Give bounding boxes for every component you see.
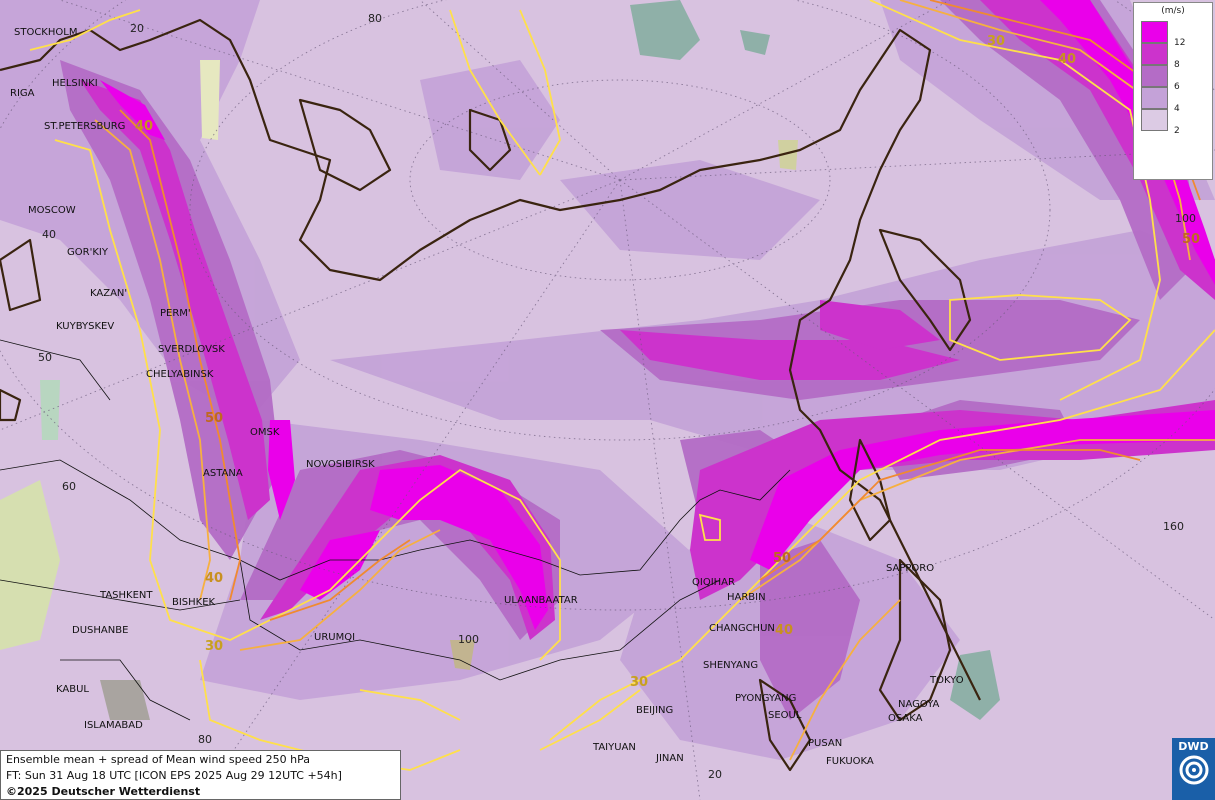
city-label-moscow: MOSCOW <box>28 205 76 216</box>
wind-speed-map: 40 50 40 30 30 40 50 30 50 40 20 80 40 5… <box>0 0 1215 800</box>
isotach-label: 50 <box>773 551 791 566</box>
grid-label: 60 <box>62 480 76 493</box>
city-label-nagoya: NAGOYA <box>898 699 940 710</box>
city-label-tokyo: TOKYO <box>929 675 964 686</box>
legend-level-label: 12 <box>1174 38 1186 48</box>
city-label-urumqi: URUMQI <box>314 632 355 643</box>
city-label-harbin: HARBIN <box>727 592 766 603</box>
legend-unit: (m/s) <box>1161 6 1185 16</box>
legend-level-label: 4 <box>1174 104 1180 114</box>
dwd-logo: DWD <box>1172 738 1215 800</box>
forecast-time: FT: Sun 31 Aug 18 UTC [ICON EPS 2025 Aug… <box>6 769 342 782</box>
grid-label: 20 <box>708 768 722 781</box>
isotach-label: 40 <box>135 119 153 134</box>
city-label-sverdlovsk: SVERDLOVSK <box>158 344 225 355</box>
grid-label: 80 <box>198 733 212 746</box>
isotach-label: 30 <box>987 34 1005 49</box>
city-label-kazan: KAZAN' <box>90 288 127 299</box>
isotach-label: 30 <box>630 675 648 690</box>
city-label-riga: RIGA <box>10 88 35 99</box>
grid-label: 100 <box>1175 212 1196 225</box>
city-label-astana: ASTANA <box>203 468 243 479</box>
legend-level-label: 6 <box>1174 82 1180 92</box>
map-info-box: Ensemble mean + spread of Mean wind spee… <box>0 750 401 800</box>
legend-swatch <box>1141 65 1168 87</box>
grid-label: 50 <box>38 351 52 364</box>
city-label-jinan: JINAN <box>655 753 684 764</box>
city-label-shenyang: SHENYANG <box>703 660 758 671</box>
city-label-beijing: BEIJING <box>636 705 673 716</box>
isotach-label: 40 <box>775 623 793 638</box>
city-label-taiyuan: TAIYUAN <box>592 742 636 753</box>
city-label-qiqihar: QIQIHAR <box>692 577 735 588</box>
grid-label: 80 <box>368 12 382 25</box>
copyright: ©2025 Deutscher Wetterdienst <box>6 785 201 798</box>
city-label-omsk: OMSK <box>250 427 280 438</box>
city-label-dushanbe: DUSHANBE <box>72 625 128 636</box>
city-label-stockholm: STOCKHOLM <box>14 27 77 38</box>
isotach-label: 30 <box>205 639 223 654</box>
city-label-chelyabinsk: CHELYABINSK <box>146 369 214 380</box>
city-label-osaka: OSAKA <box>888 713 923 724</box>
city-label-pusan: PUSAN <box>808 738 842 749</box>
legend-swatch <box>1141 21 1168 43</box>
grid-label: 160 <box>1163 520 1184 533</box>
city-label-sapporo: SAPPORO <box>886 563 934 574</box>
city-label-changchun: CHANGCHUN <box>709 623 775 634</box>
city-label-islamabad: ISLAMABAD <box>84 720 143 731</box>
city-label-st-petersburg: ST.PETERSBURG <box>44 121 125 132</box>
grid-label: 100 <box>458 633 479 646</box>
color-legend: (m/s) 12 8 6 4 2 <box>1133 2 1213 180</box>
city-label-ulaanbaatar: ULAANBAATAR <box>504 595 578 606</box>
legend-level-label: 2 <box>1174 126 1180 136</box>
city-label-kabul: KABUL <box>56 684 89 695</box>
city-label-pyongyang: PYONGYANG <box>735 693 796 704</box>
grid-label: 20 <box>130 22 144 35</box>
dwd-logo-text: DWD <box>1178 740 1209 753</box>
isotach-label: 50 <box>205 411 223 426</box>
legend-swatch <box>1141 43 1168 65</box>
legend-swatch <box>1141 109 1168 131</box>
city-label-gorkiy: GOR'KIY <box>67 247 109 258</box>
city-label-seoul: SEOUL <box>768 710 802 721</box>
grid-label: 40 <box>42 228 56 241</box>
map-title: Ensemble mean + spread of Mean wind spee… <box>6 753 310 766</box>
city-label-bishkek: BISHKEK <box>172 597 216 608</box>
legend-level-label: 8 <box>1174 60 1180 70</box>
city-label-perm: PERM' <box>160 308 191 319</box>
isotach-label: 50 <box>1182 232 1200 247</box>
isotach-label: 40 <box>205 571 223 586</box>
legend-swatch <box>1141 87 1168 109</box>
city-label-fukuoka: FUKUOKA <box>826 756 874 767</box>
city-label-kuybyshev: KUYBYSKEV <box>56 321 114 332</box>
city-label-helsinki: HELSINKI <box>52 78 98 89</box>
city-label-novosibirsk: NOVOSIBIRSK <box>306 459 375 470</box>
dwd-swirl-icon <box>1179 755 1208 785</box>
city-label-tashkent: TASHKENT <box>99 590 153 601</box>
isotach-label: 40 <box>1058 52 1076 67</box>
